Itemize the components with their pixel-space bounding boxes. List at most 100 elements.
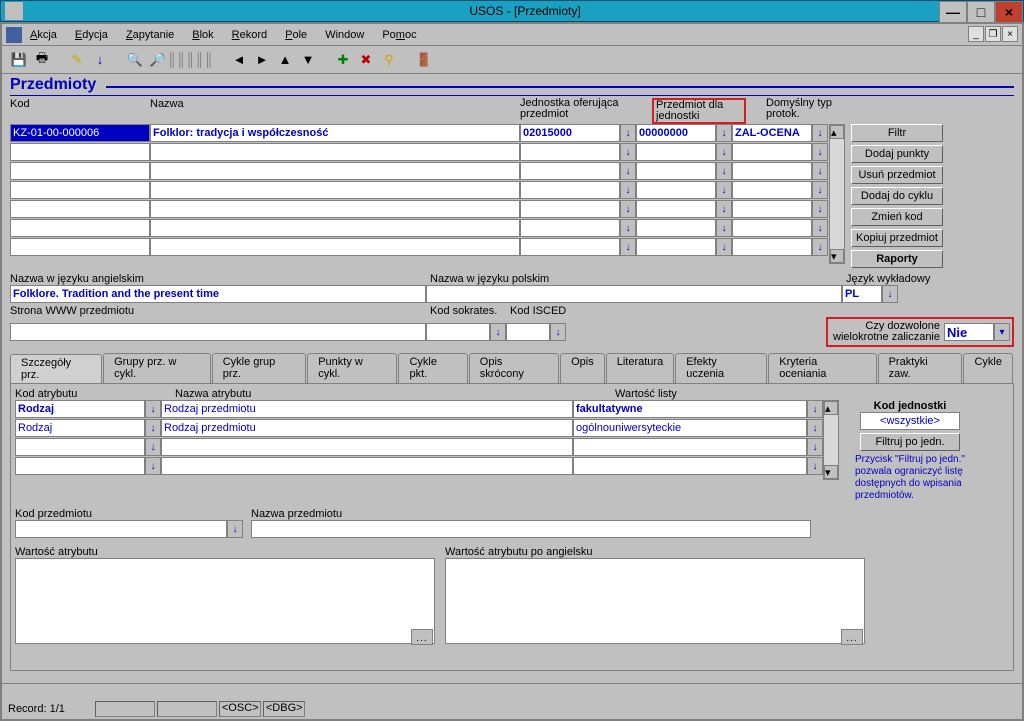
lov-icon[interactable]: ↓ — [716, 162, 732, 180]
menu-zapytanie[interactable]: Zapytanie — [126, 29, 174, 41]
jedn-dla-input[interactable] — [636, 124, 716, 142]
lov-icon[interactable]: ↓ — [620, 143, 636, 161]
scroll-down-icon[interactable]: ▾ — [830, 249, 844, 263]
lov-icon[interactable]: ↓ — [550, 323, 566, 341]
bars2-icon[interactable]: ║║ — [193, 49, 215, 71]
wartosc-atrybutu-textarea[interactable] — [15, 558, 435, 644]
edit-icon[interactable]: ✎ — [66, 49, 88, 71]
nazwa-input[interactable] — [150, 143, 520, 161]
wartosc-listy-input[interactable] — [573, 419, 807, 437]
lov-icon[interactable]: ↓ — [882, 285, 898, 303]
lov-icon[interactable]: ↓ — [812, 162, 828, 180]
lov-icon[interactable]: ↓ — [812, 238, 828, 256]
lov-icon[interactable]: ↓ — [145, 457, 161, 475]
lov-icon[interactable]: ↓ — [812, 124, 828, 142]
tab-efekty[interactable]: Efekty uczenia — [675, 353, 767, 383]
menu-rekord[interactable]: Rekord — [232, 29, 267, 41]
kod-input[interactable] — [10, 143, 150, 161]
menu-pole[interactable]: Pole — [285, 29, 307, 41]
arrow-down-icon[interactable]: ↓ — [89, 49, 111, 71]
strona-www-input[interactable] — [10, 323, 426, 341]
tab-punkty[interactable]: Punkty w cykl. — [307, 353, 397, 383]
mdi-minimize[interactable]: _ — [968, 26, 984, 42]
tab-szczegoly[interactable]: Szczegóły prz. — [10, 354, 102, 384]
wartosc-listy-input[interactable] — [573, 400, 807, 418]
tab-cykle-pkt[interactable]: Cykle pkt. — [398, 353, 467, 383]
typ-protok-input[interactable] — [732, 124, 812, 142]
menu-window[interactable]: Window — [325, 29, 364, 41]
raporty-button[interactable]: Raporty — [851, 250, 943, 268]
dodaj-do-cyklu-button[interactable]: Dodaj do cyklu — [851, 187, 943, 205]
kod-sokrates-input[interactable] — [426, 323, 490, 341]
mdi-restore[interactable]: ❐ — [985, 26, 1001, 42]
up-icon[interactable]: ▲ — [274, 49, 296, 71]
delete-icon[interactable]: ✖ — [355, 49, 377, 71]
czy-dozwolone-select[interactable] — [944, 323, 994, 341]
lov-icon[interactable]: ↓ — [716, 124, 732, 142]
tab-cykle-grup[interactable]: Cykle grup prz. — [212, 353, 306, 383]
jedn-of-input[interactable] — [520, 143, 620, 161]
menu-akcja[interactable]: Akcja — [30, 29, 57, 41]
kod-isced-input[interactable] — [506, 323, 550, 341]
save-icon[interactable]: 💾 — [8, 49, 30, 71]
key-icon[interactable]: ⚲ — [378, 49, 400, 71]
lov-icon[interactable]: ↓ — [620, 181, 636, 199]
jezyk-input[interactable] — [842, 285, 882, 303]
wszystkie-input[interactable] — [860, 412, 960, 430]
filtruj-po-jedn-button[interactable]: Filtruj po jedn. — [860, 433, 960, 451]
filtr-button[interactable]: Filtr — [851, 124, 943, 142]
lov-icon[interactable]: ↓ — [716, 200, 732, 218]
jedn-dla-input[interactable] — [636, 143, 716, 161]
lov-icon[interactable]: ↓ — [807, 438, 823, 456]
mdi-close[interactable]: × — [1002, 26, 1018, 42]
nazwa-atrybutu-input[interactable] — [161, 400, 573, 418]
dropdown-icon[interactable]: ▾ — [994, 323, 1010, 341]
maximize-button[interactable]: □ — [967, 1, 995, 23]
lov-icon[interactable]: ↓ — [620, 162, 636, 180]
nazwa-atrybutu-input[interactable] — [161, 419, 573, 437]
lov-icon[interactable]: ↓ — [490, 323, 506, 341]
query-icon[interactable]: 🔎 — [147, 49, 169, 71]
dodaj-punkty-button[interactable]: Dodaj punkty — [851, 145, 943, 163]
tab-literatura[interactable]: Literatura — [606, 353, 674, 383]
lov-icon[interactable]: ↓ — [620, 200, 636, 218]
lov-icon[interactable]: ↓ — [620, 124, 636, 142]
menu-pomoc[interactable]: Pomoc — [382, 29, 416, 41]
tab-cykle[interactable]: Cykle — [963, 353, 1013, 383]
close-button[interactable]: × — [995, 1, 1023, 23]
prev-icon[interactable]: ◄ — [228, 49, 250, 71]
add-icon[interactable]: ✚ — [332, 49, 354, 71]
lov-icon[interactable]: ↓ — [145, 438, 161, 456]
down-icon[interactable]: ▼ — [297, 49, 319, 71]
bars1-icon[interactable]: ║║║ — [170, 49, 192, 71]
lov-icon[interactable]: ↓ — [716, 219, 732, 237]
tab-opis[interactable]: Opis — [560, 353, 605, 383]
lov-icon[interactable]: ↓ — [812, 143, 828, 161]
lov-icon[interactable]: ↓ — [807, 419, 823, 437]
scrollbar[interactable]: ▴ ▾ — [829, 124, 845, 264]
print-icon[interactable]: 🖶 — [31, 49, 53, 71]
kod-input[interactable] — [10, 124, 150, 142]
nazwa-input[interactable] — [150, 124, 520, 142]
typ-protok-input[interactable] — [732, 143, 812, 161]
lov-icon[interactable]: ↓ — [812, 219, 828, 237]
wartosc-atrybutu-ang-textarea[interactable] — [445, 558, 865, 644]
expand-button[interactable]: ... — [841, 629, 863, 645]
exit-icon[interactable]: 🚪 — [413, 49, 435, 71]
lov-icon[interactable]: ↓ — [716, 181, 732, 199]
scrollbar[interactable]: ▴▾ — [823, 400, 839, 480]
kod-przedmiotu-input[interactable] — [15, 520, 227, 538]
nazwa-pl-input[interactable] — [426, 285, 842, 303]
jedn-of-input[interactable] — [520, 124, 620, 142]
kopiuj-przedmiot-button[interactable]: Kopiuj przedmiot — [851, 229, 943, 247]
lov-icon[interactable]: ↓ — [620, 238, 636, 256]
usun-przedmiot-button[interactable]: Usuń przedmiot — [851, 166, 943, 184]
menu-edycja[interactable]: Edycja — [75, 29, 108, 41]
kod-atrybutu-input[interactable] — [15, 419, 145, 437]
lov-icon[interactable]: ↓ — [145, 400, 161, 418]
kod-atrybutu-input[interactable] — [15, 400, 145, 418]
lov-icon[interactable]: ↓ — [807, 400, 823, 418]
lov-icon[interactable]: ↓ — [145, 419, 161, 437]
lov-icon[interactable]: ↓ — [812, 200, 828, 218]
expand-button[interactable]: ... — [411, 629, 433, 645]
